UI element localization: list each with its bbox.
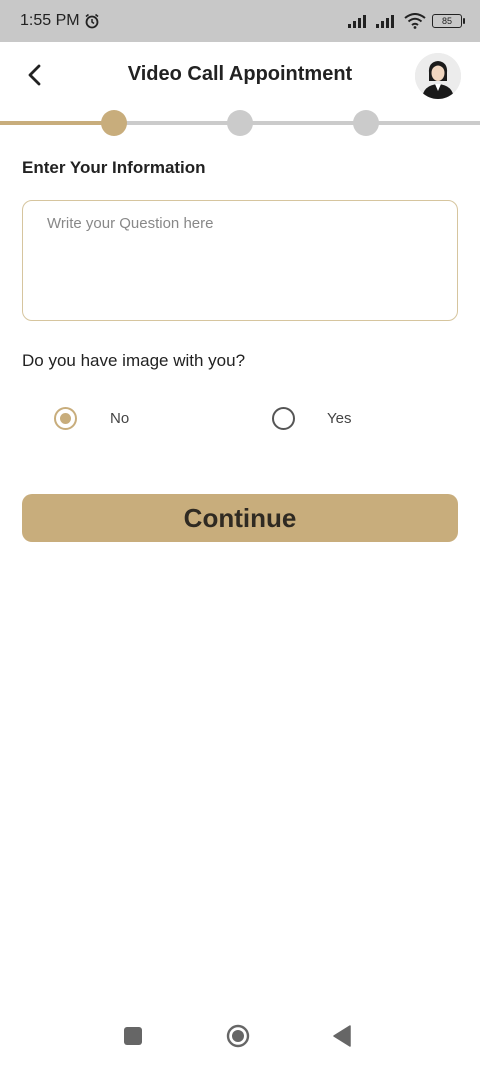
stepper-line-completed <box>0 121 114 125</box>
step-dot-3 <box>353 110 379 136</box>
continue-button[interactable]: Continue <box>22 494 458 542</box>
wifi-icon <box>404 13 426 29</box>
radio-dot <box>60 412 71 424</box>
system-nav-bar <box>0 1005 480 1067</box>
person-icon <box>415 53 461 99</box>
radio-unchecked-icon[interactable] <box>272 406 295 430</box>
header: Video Call Appointment <box>0 42 480 110</box>
signal-icon <box>348 15 366 28</box>
status-icons: 85 <box>348 13 465 29</box>
battery-level: 85 <box>441 16 452 26</box>
step-dot-2 <box>227 110 253 136</box>
page-title: Video Call Appointment <box>127 63 353 85</box>
radio-label-no: No <box>110 409 130 427</box>
signal-icon-2 <box>376 15 394 28</box>
question-input[interactable] <box>22 200 458 321</box>
circle-home-icon <box>226 1024 250 1048</box>
recent-apps-button[interactable] <box>123 1026 143 1051</box>
alarm-icon <box>85 13 99 29</box>
status-bar: 1:55 PM 85 <box>0 0 480 42</box>
avatar[interactable] <box>415 53 461 99</box>
radio-label-yes: Yes <box>327 409 352 427</box>
status-time: 1:55 PM <box>20 12 80 29</box>
radio-option-no[interactable]: No <box>54 404 129 432</box>
radio-checked-icon[interactable] <box>54 406 77 430</box>
square-icon <box>124 1027 142 1045</box>
image-question-label: Do you have image with you? <box>22 351 246 370</box>
radio-option-yes[interactable]: Yes <box>272 404 351 432</box>
back-nav-button[interactable] <box>332 1025 352 1052</box>
home-button[interactable] <box>226 1024 250 1053</box>
section-title: Enter Your Information <box>22 158 206 177</box>
progress-stepper <box>0 110 480 136</box>
battery-icon: 85 <box>432 14 465 28</box>
triangle-back-icon <box>333 1025 351 1047</box>
stepper-line-pending <box>114 121 480 125</box>
step-dot-1 <box>101 110 127 136</box>
